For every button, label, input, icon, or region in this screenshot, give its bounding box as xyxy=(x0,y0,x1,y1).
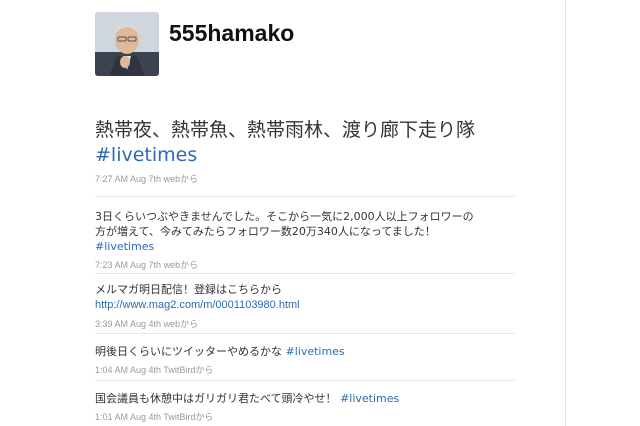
tweet-source[interactable]: web xyxy=(164,260,181,270)
featured-hashtag-link[interactable]: #livetimes xyxy=(95,144,197,166)
divider xyxy=(95,273,515,274)
avatar[interactable] xyxy=(95,12,159,76)
tweet-url-link[interactable]: http://www.mag2.com/m/0001103980.html xyxy=(95,299,300,311)
featured-tweet-body: 熱帯夜、熱帯魚、熱帯雨林、渡り廊下走り隊 xyxy=(95,119,476,141)
featured-tweet-source-suffix: から xyxy=(180,174,199,184)
panel-border xyxy=(565,0,566,426)
featured-tweet-meta: 7:27 AM Aug 7th webから xyxy=(95,172,495,185)
hashtag-link[interactable]: #livetimes xyxy=(286,345,345,358)
tweet-source[interactable]: TwitBird xyxy=(163,412,195,422)
screen-name[interactable]: 555hamako xyxy=(169,20,429,47)
featured-tweet-source[interactable]: web xyxy=(164,174,181,184)
tweet-text: メルマガ明日配信！登録はこちらから http://www.mag2.com/m/… xyxy=(95,282,515,313)
tweet-item: 国会議員も休憩中はガリガリ君たべて頭冷やせ！ #livetimes 1:01 A… xyxy=(95,391,515,423)
tweet-text-line: メルマガ明日配信！登録はこちらから xyxy=(95,283,282,296)
tweet-meta: 1:01 AM Aug 4th TwitBirdから xyxy=(95,410,515,423)
tweet-time[interactable]: 1:01 AM Aug 4th xyxy=(95,412,161,422)
tweet-source-suffix: から xyxy=(180,260,199,270)
divider xyxy=(95,333,515,334)
avatar-photo-icon xyxy=(95,12,159,76)
tweet-text: 国会議員も休憩中はガリガリ君たべて頭冷やせ！ #livetimes xyxy=(95,391,515,406)
tweet-source[interactable]: TwitBird xyxy=(163,365,195,375)
divider xyxy=(95,196,515,197)
tweet-text-line: 国会議員も休憩中はガリガリ君たべて頭冷やせ！ xyxy=(95,392,337,405)
tweet-text-line: 方が増えて、今みてみたらフォロワー数20万340人になってました！ xyxy=(95,225,436,238)
tweet-meta: 3:39 AM Aug 4th webから xyxy=(95,317,515,330)
tweet-time[interactable]: 1:04 AM Aug 4th xyxy=(95,365,161,375)
tweet-time[interactable]: 3:39 AM Aug 4th xyxy=(95,319,161,329)
featured-tweet: 熱帯夜、熱帯魚、熱帯雨林、渡り廊下走り隊 #livetimes 7:27 AM … xyxy=(95,118,495,185)
hashtag-link[interactable]: #livetimes xyxy=(340,392,399,405)
featured-tweet-time[interactable]: 7:27 AM Aug 7th xyxy=(95,174,161,184)
tweet-item: 3日くらいつぶやきませんでした。そこから一気に2,000人以上フォロワーの 方が… xyxy=(95,209,515,271)
divider xyxy=(95,380,515,381)
tweet-text: 3日くらいつぶやきませんでした。そこから一気に2,000人以上フォロワーの 方が… xyxy=(95,209,515,254)
tweet-meta: 7:23 AM Aug 7th webから xyxy=(95,258,515,271)
tweet-text-line: 3日くらいつぶやきませんでした。そこから一気に2,000人以上フォロワーの xyxy=(95,210,474,223)
tweet-source-suffix: から xyxy=(180,319,199,329)
featured-tweet-text: 熱帯夜、熱帯魚、熱帯雨林、渡り廊下走り隊 #livetimes xyxy=(95,118,495,168)
tweet-text: 明後日くらいにツイッターやめるかな #livetimes xyxy=(95,344,515,359)
tweet-text-line: 明後日くらいにツイッターやめるかな xyxy=(95,345,282,358)
tweet-meta: 1:04 AM Aug 4th TwitBirdから xyxy=(95,363,515,376)
tweet-time[interactable]: 7:23 AM Aug 7th xyxy=(95,260,161,270)
tweet-item: 明後日くらいにツイッターやめるかな #livetimes 1:04 AM Aug… xyxy=(95,344,515,376)
tweet-source[interactable]: web xyxy=(164,319,181,329)
hashtag-link[interactable]: #livetimes xyxy=(95,240,154,253)
tweet-source-suffix: から xyxy=(195,365,214,375)
tweet-source-suffix: から xyxy=(195,412,214,422)
tweet-item: メルマガ明日配信！登録はこちらから http://www.mag2.com/m/… xyxy=(95,282,515,330)
